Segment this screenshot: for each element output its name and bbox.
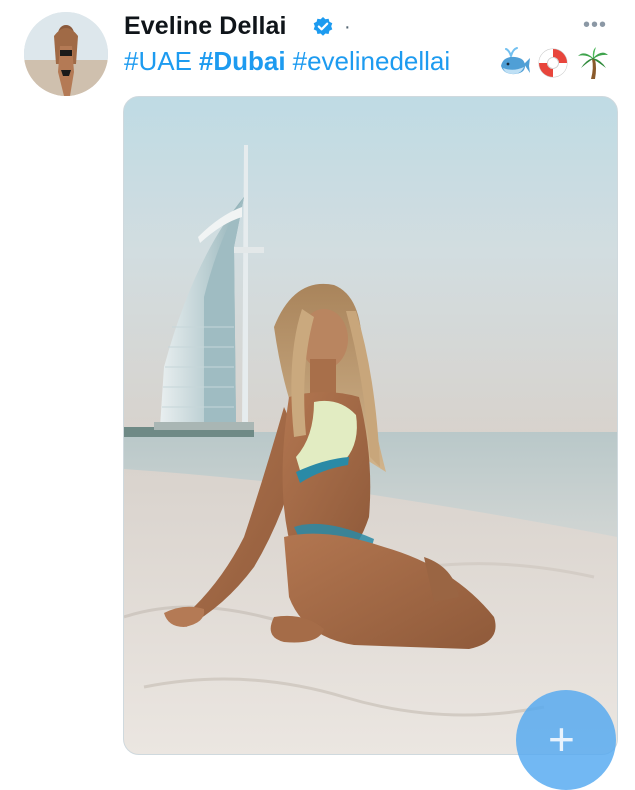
whale-icon — [501, 47, 530, 75]
beach-photo-image — [124, 97, 617, 754]
life-ring-icon — [538, 48, 568, 78]
separator-dot: · — [344, 16, 351, 38]
hashtag-uae[interactable]: #UAE — [124, 46, 192, 76]
avatar[interactable] — [24, 12, 108, 96]
hashtag-dubai[interactable]: #Dubai — [199, 46, 286, 76]
hashtag-evelinedellai[interactable]: #evelinedellai — [293, 46, 451, 76]
tweet-text: #UAE #Dubai #evelinedellai — [124, 46, 457, 77]
author-name[interactable]: Eveline Dellai — [124, 12, 287, 41]
tweet-header: Eveline Dellai · ••• — [124, 10, 625, 46]
more-options-icon[interactable]: ••• — [583, 14, 607, 37]
tweet-photo[interactable] — [123, 96, 618, 755]
verified-badge-icon — [313, 17, 333, 36]
plus-icon: + — [548, 713, 575, 765]
palm-tree-icon — [578, 47, 608, 79]
avatar-image — [24, 12, 108, 96]
